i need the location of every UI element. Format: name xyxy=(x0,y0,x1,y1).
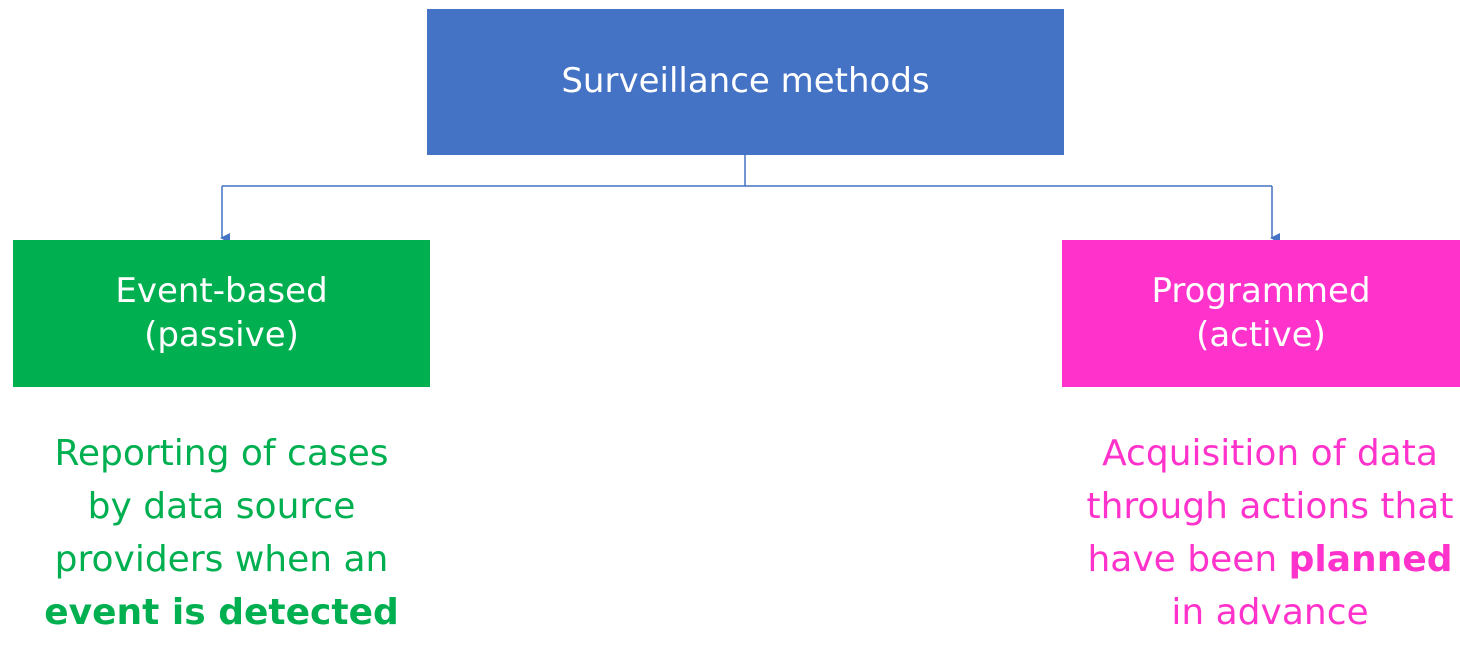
root-node-label: Surveillance methods xyxy=(561,61,930,102)
description-line: by data source xyxy=(87,485,356,527)
programmed-description: Acquisition of data through actions that… xyxy=(1000,428,1460,640)
branch-node-subtitle: (passive) xyxy=(144,314,299,355)
root-node-surveillance-methods: Surveillance methods xyxy=(427,9,1064,155)
description-text: have been xyxy=(1087,538,1289,580)
branch-node-event-based: Event-based (passive) xyxy=(13,240,430,387)
description-line: in advance xyxy=(1171,591,1369,633)
event-based-description: Reporting of cases by data source provid… xyxy=(13,428,430,640)
branch-node-title: Event-based xyxy=(115,270,328,311)
branch-node-title: Programmed xyxy=(1151,270,1371,311)
description-line-emphasis: event is detected xyxy=(13,587,430,640)
emphasis-text: planned xyxy=(1288,538,1453,580)
description-line: have been planned xyxy=(1000,534,1460,587)
description-line: providers when an xyxy=(54,538,389,580)
description-line: Acquisition of data xyxy=(1102,433,1438,474)
emphasis-text: event is detected xyxy=(44,591,399,633)
branch-node-subtitle: (active) xyxy=(1196,314,1326,355)
description-line: through actions that xyxy=(1086,485,1454,527)
description-line: Reporting of cases xyxy=(54,433,389,474)
branch-node-programmed: Programmed (active) xyxy=(1062,240,1460,387)
